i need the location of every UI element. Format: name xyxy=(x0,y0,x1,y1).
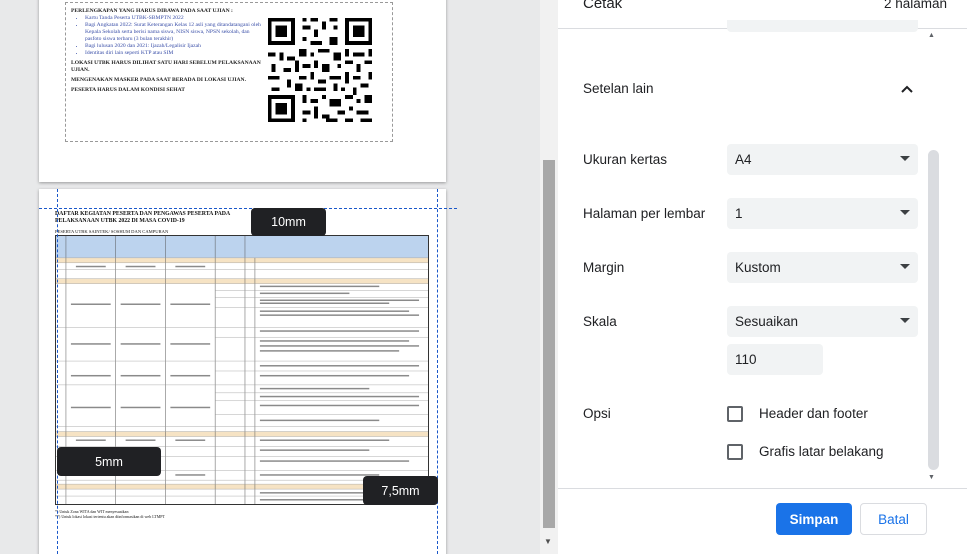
save-button[interactable]: Simpan xyxy=(776,503,852,535)
paper-size-value: A4 xyxy=(735,152,752,167)
page-count: 2 halaman xyxy=(883,0,947,11)
top-margin-tag: 10mm xyxy=(251,208,326,236)
dropdown-caret-icon xyxy=(900,210,910,215)
dialog-title: Cetak xyxy=(583,0,623,12)
paper-size-label: Ukuran kertas xyxy=(583,152,668,167)
page1-bullet: Bagi Angkatan 2022: Surat Keterangan Kel… xyxy=(85,22,261,43)
pages-per-sheet-value: 1 xyxy=(735,206,743,221)
print-preview: PERLENGKAPAN YANG HARUS DIBAWA PADA SAAT… xyxy=(0,0,540,554)
margins-value: Kustom xyxy=(735,260,781,275)
scale-custom-input[interactable]: 110 xyxy=(727,344,823,375)
paper-size-select[interactable]: A4 xyxy=(727,144,918,175)
options-label: Opsi xyxy=(583,406,611,421)
dropdown-caret-icon xyxy=(900,156,910,161)
scale-select[interactable]: Sesuaikan xyxy=(727,306,918,337)
more-settings-label[interactable]: Setelan lain xyxy=(583,81,654,96)
page1-heading: PERLENGKAPAN YANG HARUS DIBAWA PADA SAAT… xyxy=(71,8,233,14)
chevron-up-icon[interactable] xyxy=(900,82,914,96)
page1-list: PERLENGKAPAN YANG HARUS DIBAWA PADA SAAT… xyxy=(71,8,261,94)
pages-per-sheet-select[interactable]: 1 xyxy=(727,198,918,229)
pages-per-sheet-label: Halaman per lembar xyxy=(583,206,706,221)
top-margin-guide[interactable] xyxy=(39,208,457,209)
margins-label: Margin xyxy=(583,260,625,275)
page2-footnotes: *) Untuk Zona WITA dan WIT menyesuaikan … xyxy=(55,509,165,519)
qr-code-icon xyxy=(264,14,376,126)
scale-label: Skala xyxy=(583,314,617,329)
scroll-down-arrow-icon[interactable]: ▼ xyxy=(928,474,935,481)
page1-heading: PESERTA HARUS DALAM KONDISI SEHAT xyxy=(71,87,185,93)
page1-bullet: Identitas diri lain seperti KTP atau SIM xyxy=(85,50,261,57)
scale-value: Sesuaikan xyxy=(735,314,799,329)
page1-heading: MENGENAKAN MASKER PADA SAAT BERADA DI LO… xyxy=(71,77,246,83)
page1-bullet: Kartu Tanda Peserta UTBK-SBMPTN 2022 xyxy=(85,15,261,22)
scroll-up-arrow-icon[interactable]: ▲ xyxy=(928,32,935,39)
background-graphics-label[interactable]: Grafis latar belakang xyxy=(759,444,884,459)
footer-divider xyxy=(558,488,967,489)
background-graphics-checkbox[interactable] xyxy=(727,444,743,460)
footnote: **) Untuk lokasi lokasi tertentu akan di… xyxy=(55,514,165,519)
preview-scroll-thumb[interactable] xyxy=(543,160,555,528)
left-margin-guide[interactable] xyxy=(57,189,58,554)
right-margin-tag: 7,5mm xyxy=(363,476,438,505)
preview-scrollbar[interactable]: ▼ xyxy=(540,0,558,554)
left-margin-tag: 5mm xyxy=(57,447,161,476)
partial-dropdown[interactable] xyxy=(727,20,918,32)
page1-heading: LOKASI UTBK HARUS DILIHAT SATU HARI SEBE… xyxy=(71,60,261,73)
settings-scrollbar[interactable]: ▲ ▼ xyxy=(925,30,941,488)
page2-title: DAFTAR KEGIATAN PESERTA DAN PENGAWAS PES… xyxy=(55,211,230,224)
dropdown-caret-icon xyxy=(900,264,910,269)
header-footer-label[interactable]: Header dan footer xyxy=(759,406,868,421)
scroll-down-arrow-icon[interactable]: ▼ xyxy=(544,537,552,546)
page1-bullet: Bagi lulusan 2020 dan 2021: Ijazah/Legal… xyxy=(85,43,261,50)
cancel-button[interactable]: Batal xyxy=(860,503,927,535)
preview-page-1: PERLENGKAPAN YANG HARUS DIBAWA PADA SAAT… xyxy=(39,0,446,182)
margins-select[interactable]: Kustom xyxy=(727,252,918,283)
page2-subtitle: PESERTA UTBK SAINTEK/ SOSHUM DAN CAMPURA… xyxy=(55,229,169,234)
dropdown-caret-icon xyxy=(900,318,910,323)
settings-scroll-thumb[interactable] xyxy=(928,150,939,470)
header-footer-checkbox[interactable] xyxy=(727,406,743,422)
